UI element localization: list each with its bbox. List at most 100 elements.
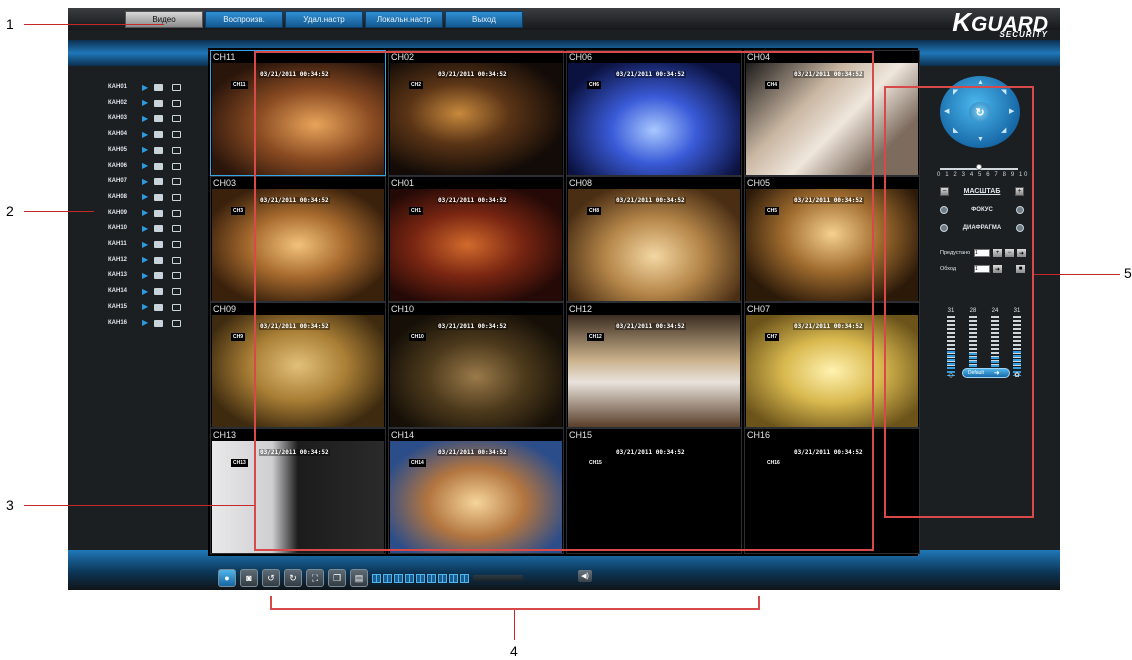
channel-label: КАН09 bbox=[108, 209, 128, 216]
channel-label: КАН02 bbox=[108, 99, 128, 106]
callout-3-line bbox=[24, 505, 256, 506]
callout-3: 3 bbox=[6, 497, 14, 513]
tile-channel-tag: CH11 bbox=[231, 81, 248, 89]
channel-row: КАН13 ▶ bbox=[108, 268, 208, 282]
kguard-logo: KGUARD SECURITY bbox=[952, 9, 1048, 39]
channel-row: КАН05 ▶ bbox=[108, 143, 208, 157]
record-icon[interactable] bbox=[154, 314, 172, 332]
arrow-up-icon[interactable]: ▲ bbox=[977, 79, 984, 86]
channel-label: КАН05 bbox=[108, 146, 128, 153]
layout-1x1-button[interactable] bbox=[372, 573, 381, 583]
channel-label: КАН14 bbox=[108, 288, 128, 295]
tile-channel-tag: CH13 bbox=[231, 459, 248, 467]
layout-1+5-button[interactable] bbox=[394, 573, 403, 583]
play-icon[interactable]: ▶ bbox=[142, 255, 154, 264]
channel-label: КАН11 bbox=[108, 241, 127, 247]
play-icon[interactable]: ▶ bbox=[142, 318, 154, 327]
play-icon[interactable]: ▶ bbox=[142, 114, 154, 123]
layout-1+12-button[interactable] bbox=[427, 573, 436, 583]
layout-3x3-button[interactable] bbox=[416, 573, 425, 583]
window-icon[interactable]: ❐ bbox=[328, 569, 346, 587]
channel-label: КАН12 bbox=[108, 256, 128, 263]
toolbar-track bbox=[473, 575, 523, 581]
close-icon[interactable]: ↻ bbox=[284, 569, 302, 587]
channel-label: КАН13 bbox=[108, 272, 128, 279]
channel-label: КАН04 bbox=[108, 131, 128, 138]
bottom-blue-band bbox=[68, 550, 1060, 590]
play-icon[interactable]: ▶ bbox=[142, 161, 154, 170]
play-icon[interactable]: ▶ bbox=[142, 177, 154, 186]
channel-label: КАН15 bbox=[108, 303, 128, 310]
layout-5x5-button[interactable] bbox=[449, 573, 458, 583]
channel-row: КАН15 ▶ bbox=[108, 300, 208, 314]
tile-channel-header: CH03 bbox=[213, 178, 237, 188]
channel-row: КАН11 ▶ bbox=[108, 237, 208, 251]
channel-row: КАН16 ▶ bbox=[108, 316, 208, 330]
open-icon[interactable]: ↺ bbox=[262, 569, 280, 587]
snapshot-icon[interactable] bbox=[172, 314, 184, 332]
channel-label: КАН07 bbox=[108, 178, 128, 185]
channel-row: КАН08 ▶ bbox=[108, 190, 208, 204]
callout-2: 2 bbox=[6, 203, 14, 219]
channel-row: КАН02 ▶ bbox=[108, 96, 208, 110]
channel-label: КАН01 bbox=[108, 84, 128, 90]
channel-row: КАН07 ▶ bbox=[108, 174, 208, 188]
callout-1-line bbox=[24, 24, 164, 25]
callout-4: 4 bbox=[510, 643, 518, 659]
volume-icon[interactable]: ◀) bbox=[578, 570, 592, 582]
tab-playback[interactable]: Воспроизв. bbox=[205, 11, 283, 28]
layout-2x2-button[interactable] bbox=[383, 573, 392, 583]
tile-channel-tag: CH3 bbox=[231, 207, 246, 215]
play-icon[interactable]: ▶ bbox=[142, 208, 154, 217]
channel-row: КАН10 ▶ bbox=[108, 221, 208, 235]
play-icon[interactable]: ▶ bbox=[142, 224, 154, 233]
play-icon[interactable]: ▶ bbox=[142, 271, 154, 280]
config-icon[interactable]: ▤ bbox=[350, 569, 368, 587]
play-icon[interactable]: ▶ bbox=[142, 240, 154, 249]
layout-6x6-button[interactable] bbox=[460, 573, 469, 583]
top-menu-bar: Видео Воспроизв. Удал.настр Локальн.наст… bbox=[68, 8, 1060, 39]
channel-label: КАН10 bbox=[108, 225, 128, 232]
channel-label: КАН08 bbox=[108, 193, 128, 200]
callout-1: 1 bbox=[6, 16, 14, 32]
channel-row: КАН12 ▶ bbox=[108, 253, 208, 267]
page: Видео Воспроизв. Удал.настр Локальн.наст… bbox=[0, 0, 1132, 660]
channel-row: КАН09 ▶ bbox=[108, 206, 208, 220]
tile-channel-tag: CH9 bbox=[231, 333, 246, 341]
play-icon[interactable]: ▶ bbox=[142, 302, 154, 311]
tile-channel-header: CH11 bbox=[213, 52, 236, 62]
callout-4-line bbox=[514, 610, 515, 640]
channel-row: КАН03 ▶ bbox=[108, 111, 208, 125]
channel-row: КАН14 ▶ bbox=[108, 284, 208, 298]
callout-2-line bbox=[24, 211, 94, 212]
tile-channel-header: CH09 bbox=[213, 304, 237, 314]
record-icon[interactable]: ● bbox=[218, 569, 236, 587]
play-icon[interactable]: ▶ bbox=[142, 145, 154, 154]
tile-channel-header: CH13 bbox=[213, 430, 237, 440]
play-icon[interactable]: ▶ bbox=[142, 192, 154, 201]
channel-label: КАН16 bbox=[108, 319, 128, 326]
tab-video[interactable]: Видео bbox=[125, 11, 203, 28]
layout-1+7-button[interactable] bbox=[405, 573, 414, 583]
callout-5-line bbox=[1032, 274, 1120, 275]
snapshot-icon[interactable]: ◙ bbox=[240, 569, 258, 587]
callout-5: 5 bbox=[1124, 265, 1132, 281]
channel-label: КАН03 bbox=[108, 115, 128, 122]
bottom-toolbar: ● ◙ ↺ ↻ ⛶ ❐ ▤ bbox=[218, 568, 523, 588]
play-icon[interactable]: ▶ bbox=[142, 83, 154, 92]
tab-local-settings[interactable]: Локальн.настр bbox=[365, 11, 443, 28]
tab-exit[interactable]: Выход bbox=[445, 11, 523, 28]
callout-5-box bbox=[884, 86, 1034, 518]
callout-4-bracket bbox=[270, 596, 760, 610]
channel-row: КАН06 ▶ bbox=[108, 159, 208, 173]
callout-3-box bbox=[254, 51, 874, 551]
channel-row: КАН01 ▶ bbox=[108, 80, 208, 94]
play-icon[interactable]: ▶ bbox=[142, 130, 154, 139]
layout-4x4-button[interactable] bbox=[438, 573, 447, 583]
channel-row: КАН04 ▶ bbox=[108, 127, 208, 141]
play-icon[interactable]: ▶ bbox=[142, 98, 154, 107]
fullscreen-icon[interactable]: ⛶ bbox=[306, 569, 324, 587]
channel-label: КАН06 bbox=[108, 162, 128, 169]
play-icon[interactable]: ▶ bbox=[142, 287, 154, 296]
tab-remote-settings[interactable]: Удал.настр bbox=[285, 11, 363, 28]
